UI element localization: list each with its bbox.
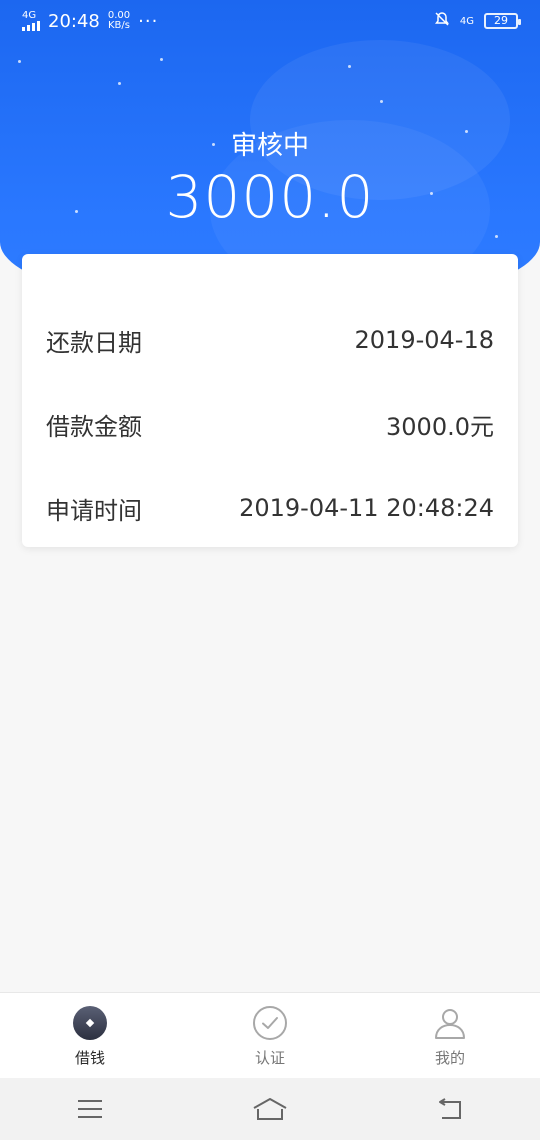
speed-unit: KB/s [108, 20, 130, 31]
network-type: 4G [22, 10, 37, 21]
detail-row-application-time: 申请时间 2019-04-11 20:48:24 [46, 466, 494, 550]
check-circle-icon [252, 1005, 288, 1041]
system-navigation-bar [0, 1078, 540, 1140]
mute-bell-icon [434, 11, 450, 31]
home-icon[interactable] [250, 1094, 290, 1124]
back-icon[interactable] [430, 1094, 470, 1124]
nav-label: 认证 [254, 1049, 285, 1067]
star-decoration [495, 235, 498, 238]
status-bar-left: 4G 20:48 0.00 KB/s ··· [22, 11, 158, 32]
star-decoration [380, 100, 383, 103]
loan-status-title: 审核中 [230, 131, 309, 161]
battery-icon: 29 [484, 13, 521, 29]
loan-amount: 3000.0 [165, 163, 375, 231]
star-decoration [18, 60, 21, 63]
detail-row-loan-amount: 借款金额 3000.0元 [46, 382, 494, 466]
more-notifications-icon: ··· [138, 10, 159, 32]
detail-label: 申请时间 [46, 496, 142, 525]
star-decoration [160, 58, 163, 61]
detail-value: 3000.0元 [386, 412, 494, 441]
loan-details-card: 还款日期 2019-04-18 借款金额 3000.0元 申请时间 2019-0… [22, 254, 518, 547]
signal-indicator: 4G [22, 11, 40, 31]
nav-label: 借钱 [74, 1049, 105, 1067]
status-bar-right: 4G 29 [434, 11, 521, 31]
detail-label: 借款金额 [46, 412, 142, 441]
star-decoration [348, 65, 351, 68]
nav-item-mine[interactable]: 我的 [390, 1005, 510, 1068]
status-bar: 4G 20:48 0.00 KB/s ··· 4G 29 [0, 0, 540, 42]
nav-item-verify[interactable]: 认证 [210, 1005, 330, 1068]
nav-item-borrow[interactable]: 借钱 [30, 1005, 150, 1068]
detail-row-repayment-date: 还款日期 2019-04-18 [46, 298, 494, 382]
borrow-icon [72, 1005, 108, 1041]
detail-value: 2019-04-11 20:48:24 [239, 494, 494, 522]
bottom-navigation: 借钱 认证 我的 [0, 992, 540, 1078]
network-speed: 0.00 KB/s [108, 11, 130, 31]
user-icon [432, 1005, 468, 1041]
signal-bars-icon [22, 21, 40, 31]
clock: 20:48 [48, 10, 100, 32]
network-type-right: 4G [459, 15, 474, 27]
battery-level: 29 [494, 14, 508, 27]
detail-value: 2019-04-18 [354, 326, 494, 354]
star-decoration [118, 82, 121, 85]
nav-label: 我的 [434, 1049, 465, 1067]
detail-label: 还款日期 [46, 328, 142, 357]
menu-icon[interactable] [70, 1094, 110, 1124]
